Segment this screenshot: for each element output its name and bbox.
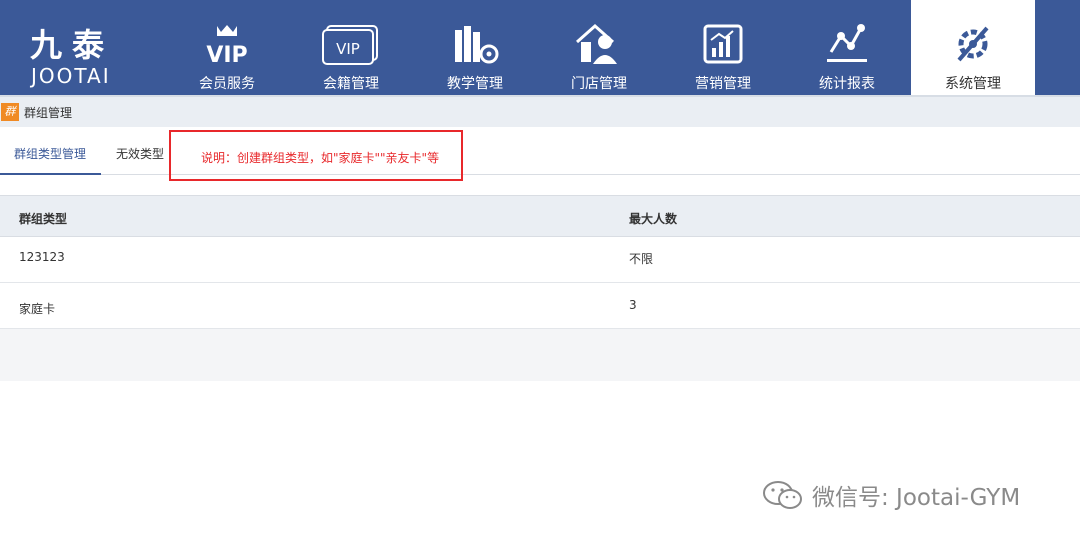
table-row[interactable]: 家庭卡 3: [0, 283, 1080, 329]
tab-invalid-types[interactable]: 无效类型: [116, 127, 170, 175]
nav-item-marketing[interactable]: 营销管理: [661, 0, 785, 95]
nav-item-member-service[interactable]: VIP 会员服务: [165, 0, 289, 95]
column-header-max-members[interactable]: 最大人数: [629, 210, 677, 227]
svg-text:VIP: VIP: [206, 43, 247, 66]
nav-item-store[interactable]: 门店管理: [537, 0, 661, 95]
table-header: 群组类型 最大人数: [0, 195, 1080, 237]
table-footer: [0, 329, 1080, 381]
store-person-icon: [576, 23, 617, 64]
logo[interactable]: 九泰 JOOTAI: [0, 0, 155, 95]
logo-cn-text: 九泰: [30, 26, 115, 64]
group-type-table: 群组类型 最大人数 123123 不限 家庭卡 3: [0, 195, 1080, 381]
cell-group-type: 家庭卡: [19, 302, 56, 316]
nav-label: 统计报表: [819, 76, 875, 92]
nav-label: 门店管理: [571, 76, 627, 92]
line-chart-icon: [827, 24, 867, 62]
nav-item-statistics[interactable]: 统计报表: [785, 0, 909, 95]
breadcrumb: 群 群组管理: [0, 95, 1080, 127]
svg-text:VIP: VIP: [336, 40, 360, 58]
note-text: 说明：创建群组类型，如"家庭卡""亲友卡"等: [201, 151, 440, 165]
books-gear-icon: [455, 26, 499, 64]
cell-max-members: 3: [629, 298, 637, 312]
cell-group-type: 123123: [19, 250, 65, 264]
tab-group-type-management[interactable]: 群组类型管理: [0, 127, 101, 175]
chart-board-icon: [703, 24, 743, 64]
table-row[interactable]: 123123 不限: [0, 237, 1080, 283]
nav-label: 会员服务: [199, 76, 255, 92]
nav-label: 会籍管理: [323, 76, 379, 92]
note-highlight-box: 说明：创建群组类型，如"家庭卡""亲友卡"等: [169, 130, 463, 181]
nav-item-membership[interactable]: VIP 会籍管理: [289, 0, 413, 95]
nav-item-system[interactable]: 系统管理: [911, 0, 1035, 95]
nav-label: 营销管理: [695, 76, 751, 92]
cell-max-members: 不限: [629, 252, 654, 266]
tab-bar: 群组类型管理 无效类型 说明：创建群组类型，如"家庭卡""亲友卡"等: [0, 127, 1080, 181]
nav-label: 教学管理: [447, 76, 503, 92]
top-nav-bar: 九泰 JOOTAI VIP 会员服务 VIP 会籍管理 教学管理 门店管理 营销…: [0, 0, 1080, 95]
breadcrumb-label: 群组管理: [24, 106, 73, 120]
wechat-icon: [763, 481, 802, 509]
vip-crown-icon: VIP: [206, 25, 248, 66]
column-header-group-type[interactable]: 群组类型: [19, 210, 67, 227]
watermark-text: 微信号: Jootai-GYM: [812, 485, 1021, 511]
logo-en-text: JOOTAI: [31, 64, 111, 88]
tools-icon: [957, 26, 989, 62]
vip-card-icon: VIP: [322, 25, 378, 65]
nav-item-teaching[interactable]: 教学管理: [413, 0, 537, 95]
group-icon: 群: [1, 103, 19, 121]
nav-label: 系统管理: [945, 76, 1001, 92]
